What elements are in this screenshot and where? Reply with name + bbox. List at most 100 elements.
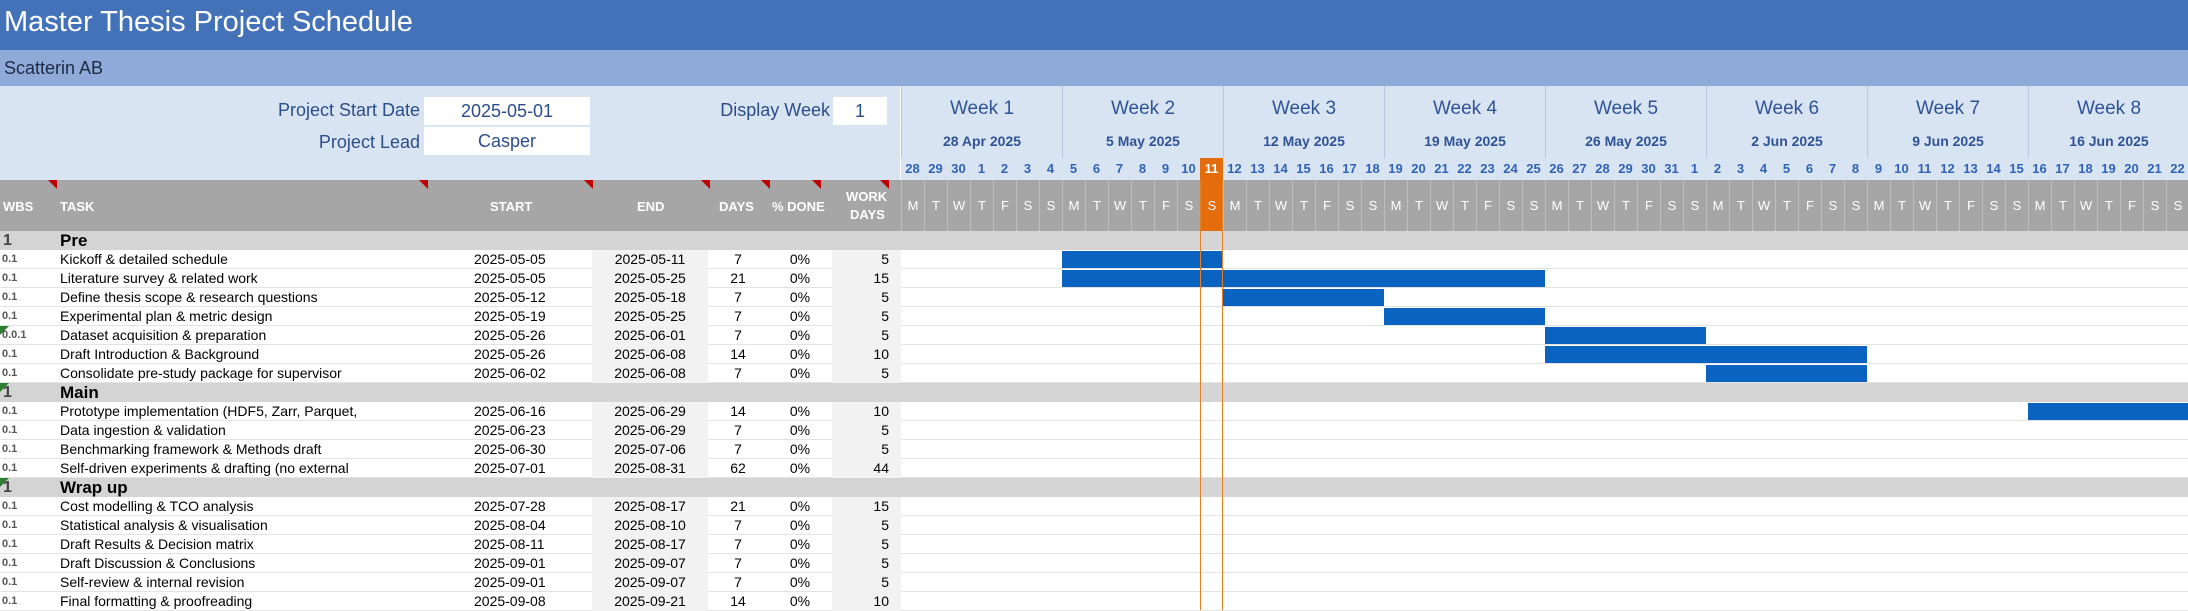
task-name: Literature survey & related work xyxy=(60,270,258,286)
percent-done: 0% xyxy=(789,403,811,419)
gantt-bar[interactable] xyxy=(1706,365,1867,382)
start-date: 2025-09-01 xyxy=(474,555,546,571)
task-name: Experimental plan & metric design xyxy=(60,308,273,324)
project-start-input[interactable]: 2025-05-01 xyxy=(424,97,590,125)
day-number: 28 xyxy=(901,158,924,180)
percent-done: 0% xyxy=(789,365,811,381)
weekday-letter: W xyxy=(2074,180,2097,231)
task-name: Cost modelling & TCO analysis xyxy=(60,498,254,514)
day-number: 14 xyxy=(1269,158,1292,180)
days-count: 7 xyxy=(734,441,742,457)
gantt-bar[interactable] xyxy=(1062,270,1545,287)
percent-done: 0% xyxy=(789,517,811,533)
work-days: 5 xyxy=(832,421,901,440)
day-number: 21 xyxy=(2143,158,2166,180)
day-number: 15 xyxy=(2005,158,2028,180)
weekday-letter: F xyxy=(1476,180,1499,231)
gantt-bar[interactable] xyxy=(1545,346,1867,363)
task-name: Benchmarking framework & Methods draft xyxy=(60,441,322,457)
wbs-number: 0.1 xyxy=(2,443,18,455)
percent-done: 0% xyxy=(789,574,811,590)
task-name: Data ingestion & validation xyxy=(60,422,226,438)
end-date: 2025-08-10 xyxy=(592,516,708,535)
comment-marker xyxy=(0,326,9,335)
weekday-letter: T xyxy=(970,180,993,231)
gantt-bar[interactable] xyxy=(1223,289,1384,306)
day-number: 21 xyxy=(1430,158,1453,180)
days-count: 7 xyxy=(734,555,742,571)
work-days: 5 xyxy=(832,307,901,326)
company-name: Scatterin AB xyxy=(4,58,104,78)
days-count: 21 xyxy=(730,270,746,286)
day-number: 10 xyxy=(1177,158,1200,180)
day-number: 1 xyxy=(970,158,993,180)
task-name: Statistical analysis & visualisation xyxy=(60,517,268,533)
comment-marker xyxy=(584,180,593,189)
day-number: 22 xyxy=(2166,158,2188,180)
task-name: Draft Results & Decision matrix xyxy=(60,536,254,552)
col-percent-done: % DONE xyxy=(772,199,825,214)
day-number: 20 xyxy=(2120,158,2143,180)
work-days: 5 xyxy=(832,440,901,459)
weekday-letter: F xyxy=(1315,180,1338,231)
day-number: 4 xyxy=(1039,158,1062,180)
project-lead-input[interactable]: Casper xyxy=(424,127,590,155)
start-date: 2025-05-12 xyxy=(474,289,546,305)
percent-done: 0% xyxy=(789,460,811,476)
day-number: 11 xyxy=(1200,158,1223,180)
percent-done: 0% xyxy=(789,289,811,305)
gantt-bar[interactable] xyxy=(1062,251,1223,268)
weekday-letter: S xyxy=(2143,180,2166,231)
end-date: 2025-08-17 xyxy=(592,497,708,516)
week-date: 2 Jun 2025 xyxy=(1751,133,1823,149)
week-header: Week 5 26 May 2025 xyxy=(1545,86,1706,158)
task-name: Final formatting & proofreading xyxy=(60,593,253,609)
end-date: 2025-05-25 xyxy=(592,269,708,288)
percent-done: 0% xyxy=(789,270,811,286)
week-header: Week 1 28 Apr 2025 xyxy=(901,86,1062,158)
gantt-bar[interactable] xyxy=(1545,327,1706,344)
percent-done: 0% xyxy=(789,498,811,514)
weekday-letter: W xyxy=(1591,180,1614,231)
weekday-letter: S xyxy=(2005,180,2028,231)
day-number: 7 xyxy=(1821,158,1844,180)
day-number: 12 xyxy=(1223,158,1246,180)
display-week-input[interactable]: 1 xyxy=(833,97,887,125)
week-label: Week 4 xyxy=(1432,98,1498,119)
sheet-title: Master Thesis Project Schedule xyxy=(4,6,413,38)
day-number: 18 xyxy=(1361,158,1384,180)
gantt-bar[interactable] xyxy=(2028,403,2188,420)
comment-marker xyxy=(701,180,710,189)
week-date: 19 May 2025 xyxy=(1424,133,1506,149)
task-name: Self-driven experiments & drafting (no e… xyxy=(60,460,349,476)
end-date: 2025-09-21 xyxy=(592,592,708,611)
weekday-letter: T xyxy=(1568,180,1591,231)
day-number: 31 xyxy=(1660,158,1683,180)
weekday-letter: M xyxy=(1223,180,1246,231)
end-date: 2025-06-29 xyxy=(592,402,708,421)
comment-marker xyxy=(0,383,9,392)
start-date: 2025-05-26 xyxy=(474,327,546,343)
weekday-letter: T xyxy=(1085,180,1108,231)
project-start-label: Project Start Date xyxy=(277,100,420,120)
day-number: 10 xyxy=(1890,158,1913,180)
end-date: 2025-06-01 xyxy=(592,326,708,345)
weekday-letter: F xyxy=(1637,180,1660,231)
day-number: 30 xyxy=(947,158,970,180)
weekday-letter: S xyxy=(2166,180,2188,231)
task-name: Draft Introduction & Background xyxy=(60,346,260,362)
wbs-number: 0.1 xyxy=(2,405,18,417)
day-number: 26 xyxy=(1545,158,1568,180)
weekday-letter: T xyxy=(1936,180,1959,231)
week-header: Week 3 12 May 2025 xyxy=(1223,86,1384,158)
day-number: 15 xyxy=(1292,158,1315,180)
gantt-bar[interactable] xyxy=(1384,308,1545,325)
wbs-number: 0.1 xyxy=(2,310,18,322)
percent-done: 0% xyxy=(789,593,811,609)
day-number: 28 xyxy=(1591,158,1614,180)
day-number: 17 xyxy=(2051,158,2074,180)
day-number: 4 xyxy=(1752,158,1775,180)
wbs-number: 0.1 xyxy=(2,348,18,360)
week-date: 26 May 2025 xyxy=(1585,133,1667,149)
comment-marker xyxy=(880,180,889,189)
